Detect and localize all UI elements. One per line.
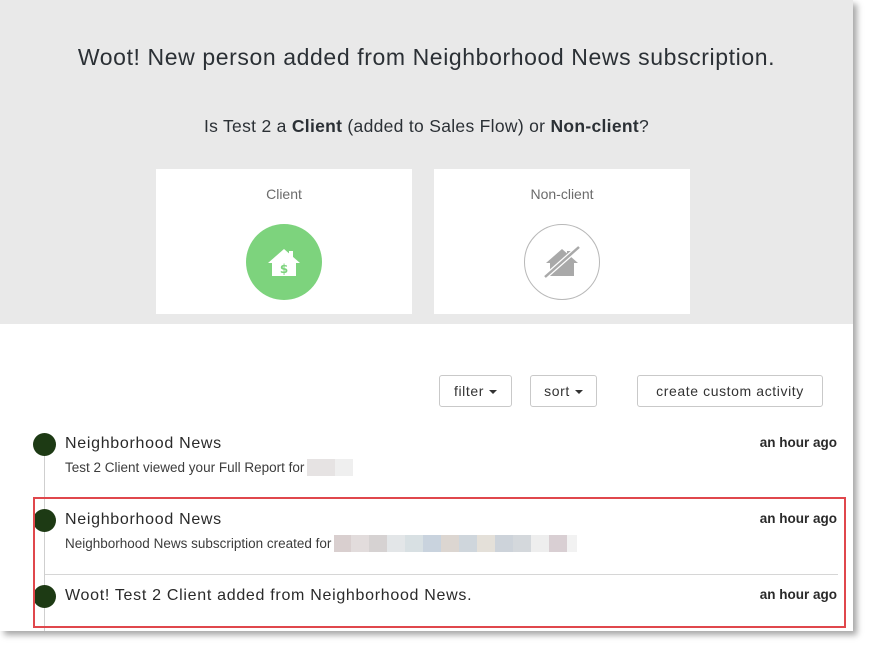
nonclient-choice-card[interactable]: Non-client: [434, 169, 690, 314]
activity-title: Neighborhood News: [65, 435, 222, 452]
client-choice-label: Client: [266, 186, 302, 202]
house-dollar-icon: $: [268, 249, 300, 276]
new-person-banner: Woot! New person added from Neighborhood…: [0, 0, 853, 324]
activity-title: Woot! Test 2 Client added from Neighborh…: [65, 587, 473, 604]
create-custom-activity-label: create custom activity: [656, 383, 804, 399]
question-suffix: ?: [639, 116, 650, 136]
activity-divider: [45, 574, 838, 575]
banner-title: Woot! New person added from Neighborhood…: [77, 44, 776, 70]
nonclient-choice-label: Non-client: [530, 186, 594, 202]
activity-title: Neighborhood News: [65, 511, 222, 528]
create-custom-activity-button[interactable]: create custom activity: [637, 375, 823, 407]
timeline-dot: [33, 433, 56, 456]
question-nonclient-word: Non-client: [550, 116, 639, 136]
activity-description: Test 2 Client viewed your Full Report fo…: [65, 460, 305, 475]
activity-time: an hour ago: [759, 435, 837, 450]
timeline-dot: [33, 509, 56, 532]
svg-text:$: $: [280, 262, 288, 276]
filter-dropdown-button[interactable]: filter: [439, 375, 512, 407]
activity-description-row: Test 2 Client viewed your Full Report fo…: [65, 459, 354, 476]
question-prefix: Is Test 2 a: [203, 116, 292, 136]
question-client-word: Client: [291, 116, 343, 136]
caret-down-icon: [574, 390, 583, 394]
filter-label: filter: [453, 383, 485, 399]
timeline-dot: [33, 585, 56, 608]
activity-time: an hour ago: [759, 587, 837, 602]
activity-description-row: Neighborhood News subscription created f…: [65, 535, 578, 552]
sort-label: sort: [544, 383, 570, 399]
caret-down-icon: [489, 390, 498, 394]
sort-dropdown-button[interactable]: sort: [530, 375, 597, 407]
redacted-address: [334, 535, 578, 552]
app-window: Woot! New person added from Neighborhood…: [0, 0, 853, 631]
activity-time: an hour ago: [759, 511, 837, 526]
question-middle: (added to Sales Flow) or: [342, 116, 551, 136]
nonclient-choice-button[interactable]: [524, 224, 600, 300]
redacted-address: [307, 459, 354, 476]
activity-description: Neighborhood News subscription created f…: [65, 536, 332, 551]
client-choice-button[interactable]: $: [246, 224, 322, 300]
client-choice-card[interactable]: Client $: [156, 169, 412, 314]
house-crossed-icon: [543, 245, 581, 279]
classification-question: Is Test 2 a Client (added to Sales Flow)…: [0, 116, 853, 137]
